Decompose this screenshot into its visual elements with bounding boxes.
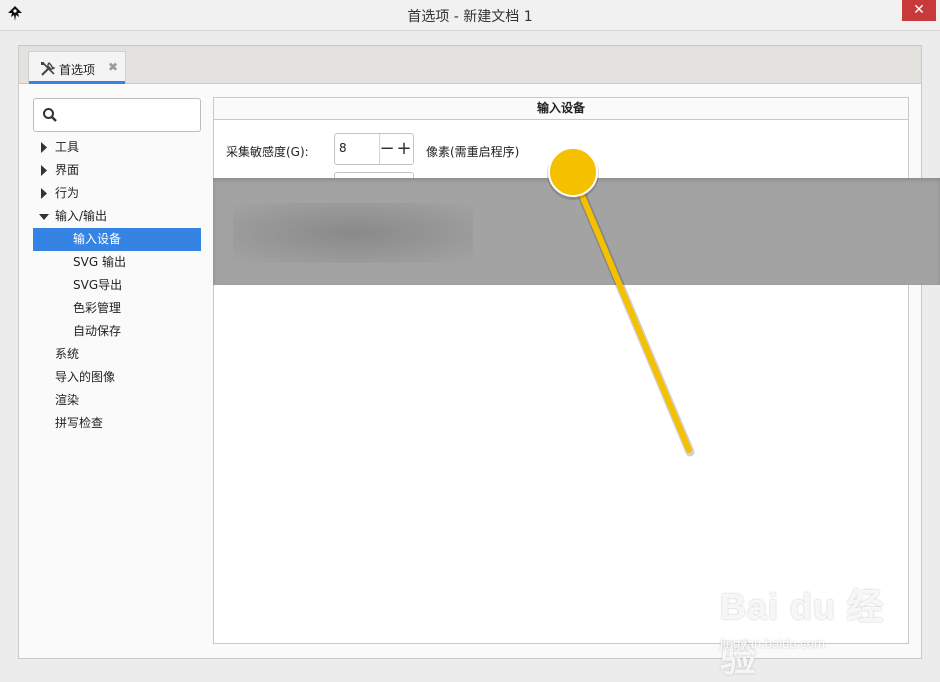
pointer-line xyxy=(570,171,692,453)
pointer-dot xyxy=(548,147,598,197)
watermark-url: jingyan.baidu.com xyxy=(720,636,825,651)
watermark-brand: Bai du 经验 xyxy=(720,586,885,679)
baidu-watermark: Bai du 经验 jingyan.baidu.com xyxy=(720,578,920,679)
